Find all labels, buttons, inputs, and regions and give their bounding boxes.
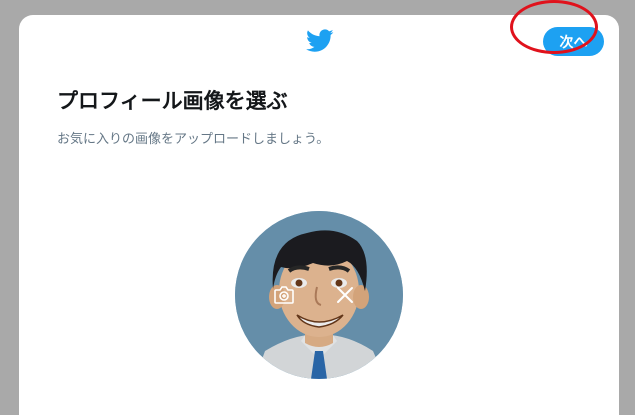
camera-plus-icon [274, 286, 294, 304]
avatar-image [235, 211, 403, 379]
next-button[interactable]: 次へ [543, 27, 604, 56]
avatar [235, 211, 403, 379]
upload-photo-button[interactable] [266, 277, 302, 313]
twitter-bird-icon [306, 29, 334, 53]
page-title: プロフィール画像を選ぶ [57, 89, 288, 113]
close-icon [337, 287, 353, 303]
page-subtitle: お気に入りの画像をアップロードしましょう。 [57, 132, 330, 147]
remove-photo-button[interactable] [327, 277, 363, 313]
profile-image-dialog: 次へ プロフィール画像を選ぶ お気に入りの画像をアップロードしましょう。 [19, 15, 619, 415]
